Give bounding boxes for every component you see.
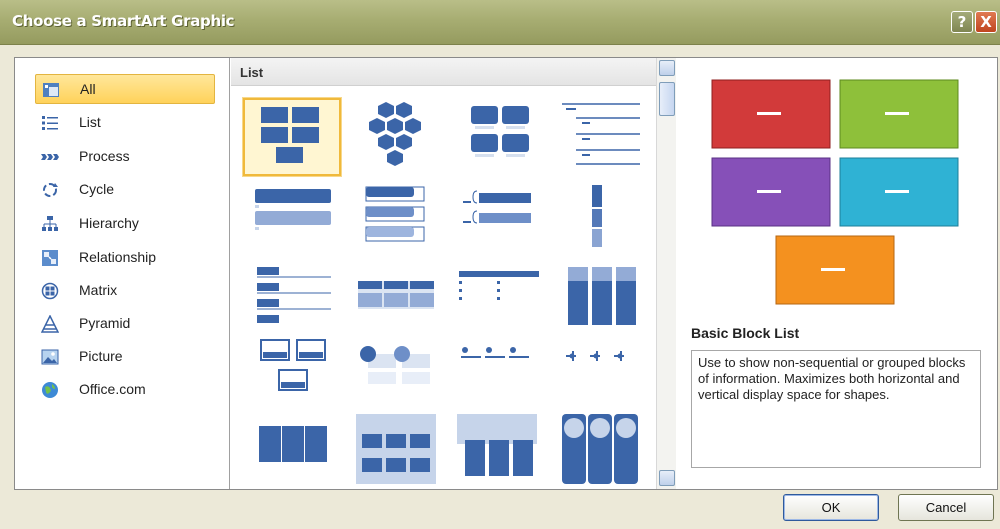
layout-stacked-bars[interactable]	[243, 183, 341, 261]
pyramid-icon	[41, 315, 59, 333]
layout-tabbed-lines[interactable]	[243, 263, 341, 341]
all-icon	[43, 83, 59, 97]
category-list: All List Process Cycle Hierarchy Relatio…	[15, 58, 230, 489]
matrix-icon	[41, 282, 59, 300]
category-pyramid[interactable]: Pyramid	[35, 309, 215, 339]
layout-bracket-list[interactable]	[449, 183, 547, 261]
layout-description: Use to show non-sequential or grouped bl…	[691, 350, 981, 468]
preview-graphic	[711, 79, 959, 305]
layout-gallery: List	[231, 58, 676, 489]
category-cycle[interactable]: Cycle	[35, 175, 215, 205]
layout-block-grid[interactable]	[346, 410, 444, 488]
category-relationship[interactable]: Relationship	[35, 243, 215, 273]
category-label: Pyramid	[79, 315, 131, 331]
close-button[interactable]: X	[975, 11, 997, 33]
layout-lined-list[interactable]	[552, 98, 650, 176]
scroll-up-icon[interactable]	[659, 60, 675, 76]
help-button[interactable]: ?	[951, 11, 973, 33]
gallery-header-label: List	[240, 65, 264, 80]
layout-hexagon-cluster[interactable]	[346, 98, 444, 176]
layout-vertical-stack[interactable]	[552, 183, 650, 261]
category-hierarchy[interactable]: Hierarchy	[35, 209, 215, 239]
gallery-scrollbar[interactable]	[656, 58, 676, 489]
layout-picture-caption-list[interactable]	[243, 338, 341, 416]
category-label: Picture	[79, 348, 123, 364]
category-label: Hierarchy	[79, 215, 139, 231]
layout-rounded-blocks[interactable]	[449, 98, 547, 176]
cancel-button[interactable]: Cancel	[898, 494, 994, 521]
category-label: Cycle	[79, 181, 115, 197]
layout-circle-columns[interactable]	[552, 410, 650, 488]
ok-button[interactable]: OK	[783, 494, 879, 521]
hierarchy-icon	[42, 216, 58, 231]
list-icon	[42, 116, 58, 130]
layout-stacked-tabs[interactable]	[346, 183, 444, 261]
gallery-header: List	[231, 58, 656, 86]
layout-bullet-grid[interactable]	[449, 263, 547, 341]
category-label: Process	[79, 148, 130, 164]
scroll-down-icon[interactable]	[659, 470, 675, 486]
category-label: All	[80, 81, 96, 97]
category-label: Matrix	[79, 282, 118, 298]
category-picture[interactable]: Picture	[35, 342, 215, 372]
category-list-item[interactable]: List	[35, 108, 215, 138]
cycle-icon	[43, 183, 58, 197]
category-process[interactable]: Process	[35, 142, 215, 172]
picture-icon	[41, 349, 59, 365]
preview-pane: Basic Block List Use to show non-sequent…	[677, 58, 997, 489]
category-matrix[interactable]: Matrix	[35, 276, 215, 306]
category-label: Office.com	[79, 381, 146, 397]
globe-icon	[42, 382, 58, 398]
scroll-thumb[interactable]	[659, 82, 675, 116]
title-bar: Choose a SmartArt Graphic ? X	[0, 0, 1000, 45]
layout-pin-list[interactable]	[552, 338, 650, 416]
process-icon	[41, 154, 59, 160]
main-panel: All List Process Cycle Hierarchy Relatio…	[14, 57, 998, 490]
smartart-dialog: Choose a SmartArt Graphic ? X All List P…	[0, 0, 1000, 529]
category-office-com[interactable]: Office.com	[35, 375, 215, 405]
layout-dotted-line-list[interactable]	[449, 338, 547, 416]
category-all[interactable]: All	[35, 74, 215, 104]
window-title: Choose a SmartArt Graphic	[12, 12, 235, 30]
category-label: List	[79, 114, 101, 130]
layout-horizontal-blocks[interactable]	[243, 410, 341, 488]
layout-circle-accent-list[interactable]	[346, 338, 444, 416]
category-label: Relationship	[79, 249, 157, 265]
layout-title: Basic Block List	[691, 325, 800, 341]
layout-grid-table[interactable]	[346, 263, 444, 341]
layout-vertical-columns[interactable]	[552, 263, 650, 341]
layout-title-blocks[interactable]	[449, 410, 547, 488]
layout-basic-block-list[interactable]	[242, 97, 342, 177]
relationship-icon	[42, 250, 58, 266]
